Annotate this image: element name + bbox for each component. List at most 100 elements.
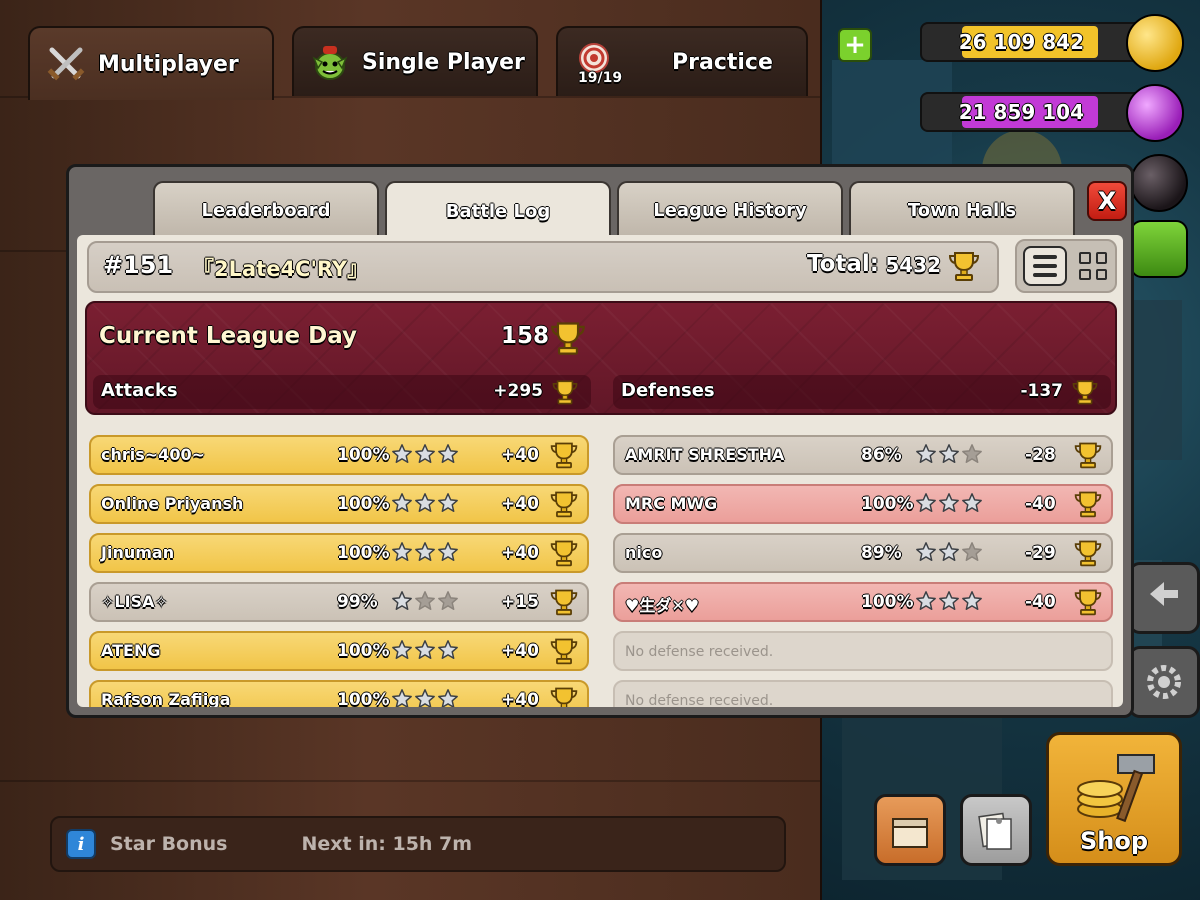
- destruction-percent: 89%: [861, 543, 902, 563]
- star-rating: [915, 492, 983, 518]
- hammer-coins-icon: [1077, 754, 1155, 823]
- chest-icon: [892, 818, 928, 848]
- destruction-percent: 100%: [337, 494, 390, 514]
- defense-row[interactable]: MRC MWG 100% -40: [613, 484, 1113, 524]
- attack-row[interactable]: Rafson Zafiiga 100% +40: [89, 680, 589, 707]
- gem-icon: [1130, 220, 1188, 278]
- tab-town-halls[interactable]: Town Halls: [849, 181, 1075, 237]
- attack-row[interactable]: ✧LISA✧ 99% +15: [89, 582, 589, 622]
- star-rating: [915, 541, 983, 567]
- shop-button[interactable]: Shop: [1046, 732, 1182, 866]
- trophy-change: +40: [501, 641, 539, 661]
- star-bonus-label: Star Bonus: [110, 833, 228, 855]
- league-day-banner: Current League Day 158 Attacks +295 Defe…: [85, 301, 1117, 415]
- star-rating: [391, 492, 459, 518]
- attacks-label: Attacks: [101, 380, 178, 401]
- gold-amount: 26 109 842: [958, 30, 1084, 54]
- tab-league-history[interactable]: League History: [617, 181, 843, 237]
- close-button[interactable]: X: [1087, 181, 1127, 221]
- shop-label: Shop: [1079, 827, 1149, 855]
- info-icon[interactable]: i: [66, 829, 96, 859]
- trophy-icon: [947, 249, 981, 287]
- star-rating: [391, 688, 459, 707]
- trophy-change: -40: [1025, 494, 1056, 514]
- star-filled-icon: [938, 590, 960, 616]
- star-filled-icon: [437, 639, 459, 665]
- defense-row[interactable]: nico 89% -29: [613, 533, 1113, 573]
- empty-defense-row: No defense received.: [613, 631, 1113, 671]
- defenses-summary: Defenses -137: [613, 375, 1111, 409]
- chest-button[interactable]: [874, 794, 946, 866]
- trophy-change: -40: [1025, 592, 1056, 612]
- attack-opponent-name: ✧LISA✧: [101, 592, 168, 611]
- defense-opponent-name: nico: [625, 543, 663, 562]
- attack-row[interactable]: ATENG 100% +40: [89, 631, 589, 671]
- tab-single-player[interactable]: Single Player: [292, 26, 538, 96]
- star-rating: [915, 443, 983, 469]
- league-day-title: Current League Day: [99, 323, 358, 349]
- total-trophies: 5432: [885, 253, 941, 277]
- star-empty-icon: [961, 541, 983, 567]
- gold-bar: 26 109 842: [920, 22, 1150, 62]
- tab-label: Single Player: [362, 49, 525, 75]
- settings-button[interactable]: [1128, 646, 1200, 718]
- attack-row[interactable]: chris~400~ 100% +40: [89, 435, 589, 475]
- defense-row[interactable]: AMRIT SHRESTHA 86% -28: [613, 435, 1113, 475]
- plank-divider: [0, 780, 820, 782]
- elixir-amount: 21 859 104: [958, 100, 1084, 124]
- goblin-icon: [308, 40, 352, 84]
- star-filled-icon: [961, 492, 983, 518]
- notes-button[interactable]: [960, 794, 1032, 866]
- add-gems-button[interactable]: +: [838, 28, 872, 62]
- attack-row[interactable]: Jinuman 100% +40: [89, 533, 589, 573]
- destruction-percent: 100%: [337, 445, 390, 465]
- star-filled-icon: [414, 639, 436, 665]
- elixir-drop-icon: [1126, 84, 1184, 142]
- destruction-percent: 100%: [861, 494, 914, 514]
- list-view-button[interactable]: [1023, 246, 1067, 286]
- star-rating: [391, 590, 459, 616]
- star-filled-icon: [915, 492, 937, 518]
- dark-elixir-icon: [1130, 154, 1188, 212]
- tab-label: Leaderboard: [201, 199, 331, 221]
- attack-opponent-name: Rafson Zafiiga: [101, 690, 231, 707]
- star-filled-icon: [391, 688, 413, 707]
- tab-label: League History: [653, 199, 807, 221]
- star-filled-icon: [414, 492, 436, 518]
- tab-battle-log[interactable]: Battle Log: [385, 181, 611, 239]
- defense-opponent-name: AMRIT SHRESTHA: [625, 445, 785, 464]
- star-filled-icon: [391, 541, 413, 567]
- tab-practice[interactable]: 19/19 Practice: [556, 26, 808, 96]
- trophy-change: +40: [501, 494, 539, 514]
- star-filled-icon: [414, 688, 436, 707]
- star-filled-icon: [915, 541, 937, 567]
- tab-leaderboard[interactable]: Leaderboard: [153, 181, 379, 237]
- trophy-change: +40: [501, 543, 539, 563]
- tab-label: Battle Log: [445, 200, 551, 222]
- defenses-label: Defenses: [621, 380, 715, 401]
- change-layout-button[interactable]: [1128, 562, 1200, 634]
- destruction-percent: 100%: [337, 543, 390, 563]
- star-rating: [391, 639, 459, 665]
- tab-label: Multiplayer: [98, 51, 239, 77]
- target-icon: 19/19: [572, 40, 622, 86]
- trophy-icon: [549, 319, 587, 361]
- trophy-icon: [549, 685, 579, 707]
- star-filled-icon: [391, 443, 413, 469]
- star-filled-icon: [938, 443, 960, 469]
- star-rating: [391, 541, 459, 567]
- tab-multiplayer[interactable]: Multiplayer: [28, 26, 274, 100]
- attacks-list: chris~400~ 100% +40 Online Priyansh 100% +40 J…: [89, 435, 589, 707]
- defense-row[interactable]: ♥生ダ✕♥ 100% -40: [613, 582, 1113, 622]
- attack-row[interactable]: Online Priyansh 100% +40: [89, 484, 589, 524]
- total-label: Total:: [806, 251, 879, 277]
- attack-opponent-name: Jinuman: [101, 543, 175, 562]
- league-day-trophies: 158: [501, 323, 550, 349]
- trophy-icon: [549, 587, 579, 621]
- practice-counter: 19/19: [578, 70, 623, 86]
- trophy-change: +40: [501, 690, 539, 707]
- star-filled-icon: [915, 443, 937, 469]
- grid-view-button[interactable]: [1075, 248, 1111, 284]
- star-filled-icon: [414, 443, 436, 469]
- destruction-percent: 100%: [861, 592, 914, 612]
